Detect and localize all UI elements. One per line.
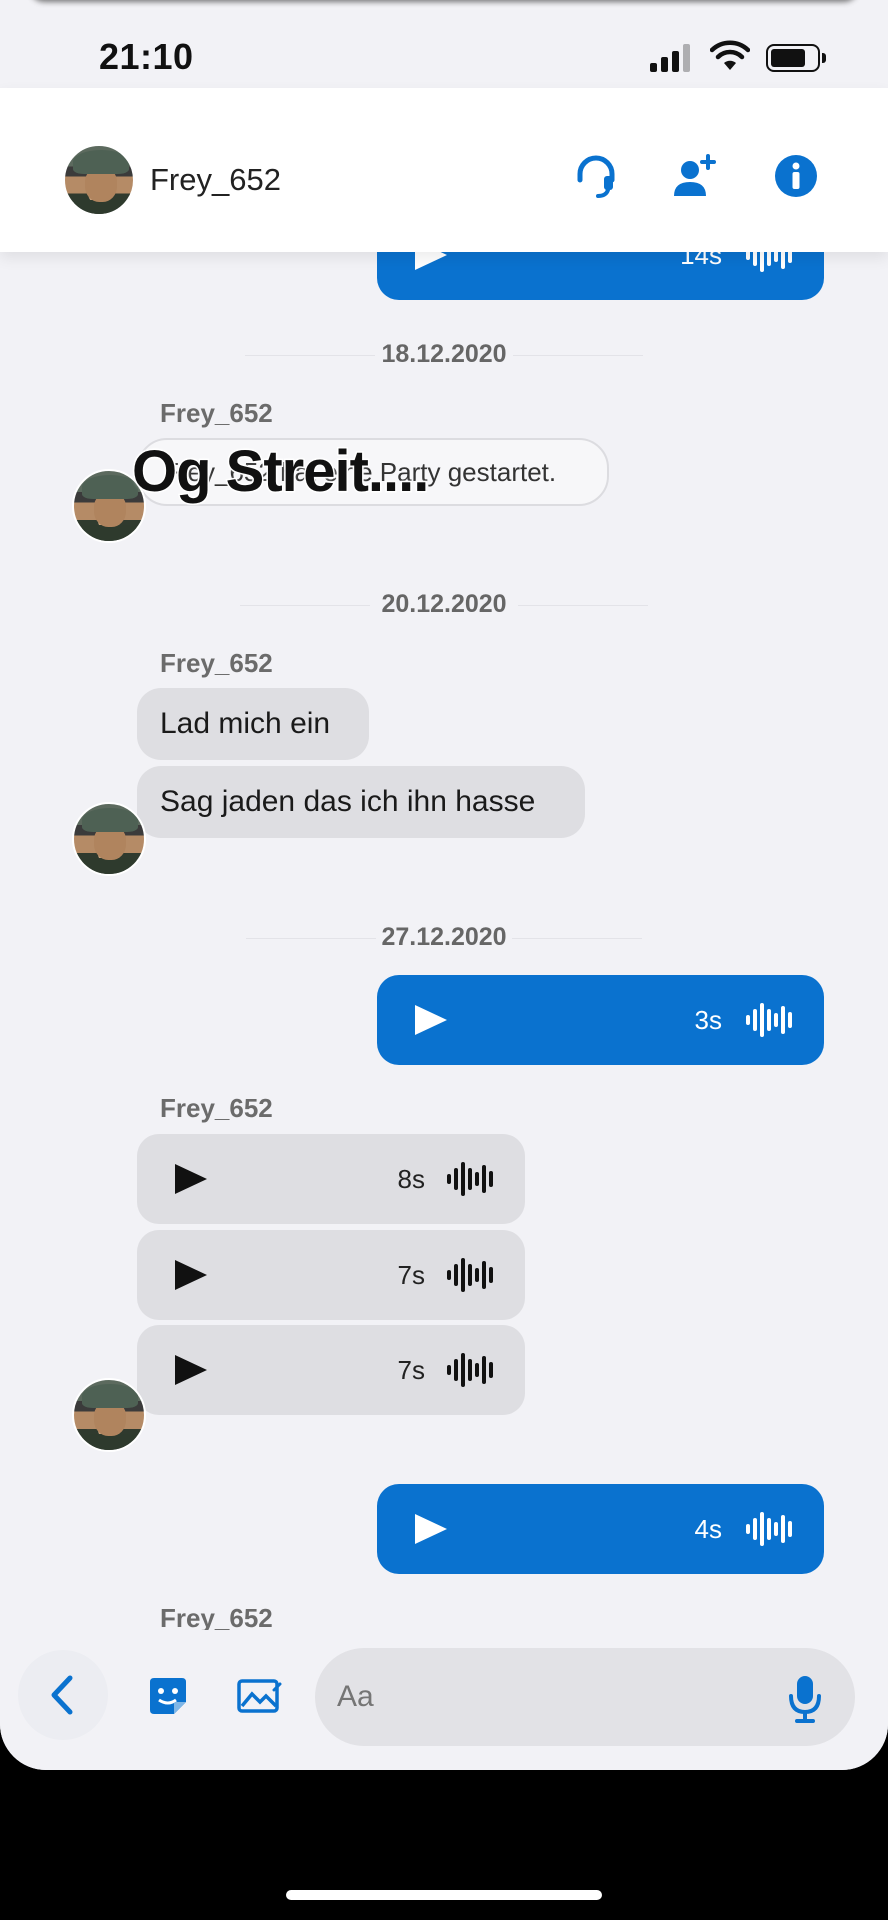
sender-name: Frey_652 xyxy=(160,1093,273,1123)
waveform-bar xyxy=(788,1012,792,1028)
waveform-bar xyxy=(482,1261,486,1289)
waveform-icon xyxy=(447,1258,495,1292)
waveform-bar xyxy=(482,1165,486,1193)
back-button[interactable] xyxy=(18,1650,108,1740)
info-icon[interactable] xyxy=(772,152,820,200)
sender-name: Frey_652 xyxy=(160,648,273,678)
waveform-bar xyxy=(482,1356,486,1384)
waveform-bar xyxy=(454,1168,458,1190)
waveform-bar xyxy=(454,1264,458,1286)
contact-avatar[interactable] xyxy=(63,144,135,216)
home-indicator[interactable] xyxy=(286,1890,602,1900)
waveform-icon xyxy=(746,1003,794,1037)
date-separator: 20.12.2020 xyxy=(0,590,888,619)
voice-message-outgoing[interactable]: 4s xyxy=(377,1484,824,1574)
waveform-bar xyxy=(468,1359,472,1381)
waveform-bar xyxy=(454,1359,458,1381)
waveform-bar xyxy=(461,1258,465,1292)
waveform-bar xyxy=(788,1521,792,1537)
add-friend-icon[interactable] xyxy=(670,152,718,200)
waveform-bar xyxy=(753,1518,757,1540)
waveform-bar xyxy=(447,1174,451,1184)
voice-chat-headset-icon[interactable] xyxy=(572,152,620,200)
play-icon[interactable] xyxy=(175,1355,207,1385)
waveform-bar xyxy=(774,1013,778,1027)
message-input[interactable] xyxy=(315,1648,855,1746)
voice-duration: 3s xyxy=(694,1005,722,1035)
waveform-bar xyxy=(461,1162,465,1196)
waveform-icon xyxy=(447,1353,495,1387)
waveform-bar xyxy=(781,1515,785,1543)
cellular-signal-icon xyxy=(650,44,692,72)
chevron-left-icon xyxy=(51,1675,73,1715)
incoming-message[interactable]: Lad mich ein xyxy=(137,688,369,760)
voice-duration: 7s xyxy=(397,1355,425,1385)
waveform-bar xyxy=(489,1267,493,1283)
video-caption-overlay: Og Streit.... xyxy=(130,438,430,506)
voice-duration: 7s xyxy=(397,1260,425,1290)
waveform-bar xyxy=(468,1264,472,1286)
waveform-icon xyxy=(447,1162,495,1196)
waveform-bar xyxy=(746,1015,750,1025)
waveform-bar xyxy=(781,1006,785,1034)
waveform-bar xyxy=(760,1512,764,1546)
sender-name: Frey_652 xyxy=(160,398,273,428)
sender-avatar[interactable] xyxy=(72,802,146,876)
wifi-icon xyxy=(710,40,750,70)
play-icon[interactable] xyxy=(175,1260,207,1290)
voice-duration: 8s xyxy=(397,1164,425,1194)
waveform-bar xyxy=(767,1009,771,1031)
incoming-message[interactable]: Sag jaden das ich ihn hasse xyxy=(137,766,585,838)
waveform-bar xyxy=(447,1270,451,1280)
battery-icon xyxy=(766,44,826,72)
voice-message-incoming[interactable]: 7s xyxy=(137,1325,525,1415)
message-composer xyxy=(0,1630,888,1770)
voice-message-incoming[interactable]: 8s xyxy=(137,1134,525,1224)
date-separator: 18.12.2020 xyxy=(0,340,888,369)
phone-screen: 21:10 Frey_652 14s 18.12.2020 Frey_652 F… xyxy=(0,0,888,1770)
waveform-bar xyxy=(461,1353,465,1387)
image-gallery-icon[interactable] xyxy=(236,1676,282,1716)
waveform-bar xyxy=(746,1524,750,1534)
status-time: 21:10 xyxy=(99,36,194,77)
waveform-icon xyxy=(746,1512,794,1546)
microphone-icon[interactable] xyxy=(788,1674,822,1724)
play-icon[interactable] xyxy=(415,1005,447,1035)
waveform-bar xyxy=(475,1268,479,1282)
voice-message-outgoing[interactable]: 3s xyxy=(377,975,824,1065)
top-shadow xyxy=(30,0,858,2)
sender-avatar[interactable] xyxy=(72,1378,146,1452)
waveform-bar xyxy=(468,1168,472,1190)
contact-name[interactable]: Frey_652 xyxy=(150,162,281,198)
waveform-bar xyxy=(489,1362,493,1378)
waveform-bar xyxy=(489,1171,493,1187)
chat-header: Frey_652 xyxy=(0,88,888,252)
play-icon[interactable] xyxy=(175,1164,207,1194)
play-icon[interactable] xyxy=(415,1514,447,1544)
date-separator: 27.12.2020 xyxy=(0,923,888,952)
waveform-bar xyxy=(774,1522,778,1536)
waveform-bar xyxy=(767,1518,771,1540)
waveform-bar xyxy=(760,1003,764,1037)
waveform-bar xyxy=(475,1172,479,1186)
voice-duration: 4s xyxy=(694,1514,722,1544)
waveform-bar xyxy=(753,1009,757,1031)
waveform-bar xyxy=(475,1363,479,1377)
sticker-icon[interactable] xyxy=(146,1674,190,1718)
waveform-bar xyxy=(447,1365,451,1375)
voice-message-incoming[interactable]: 7s xyxy=(137,1230,525,1320)
